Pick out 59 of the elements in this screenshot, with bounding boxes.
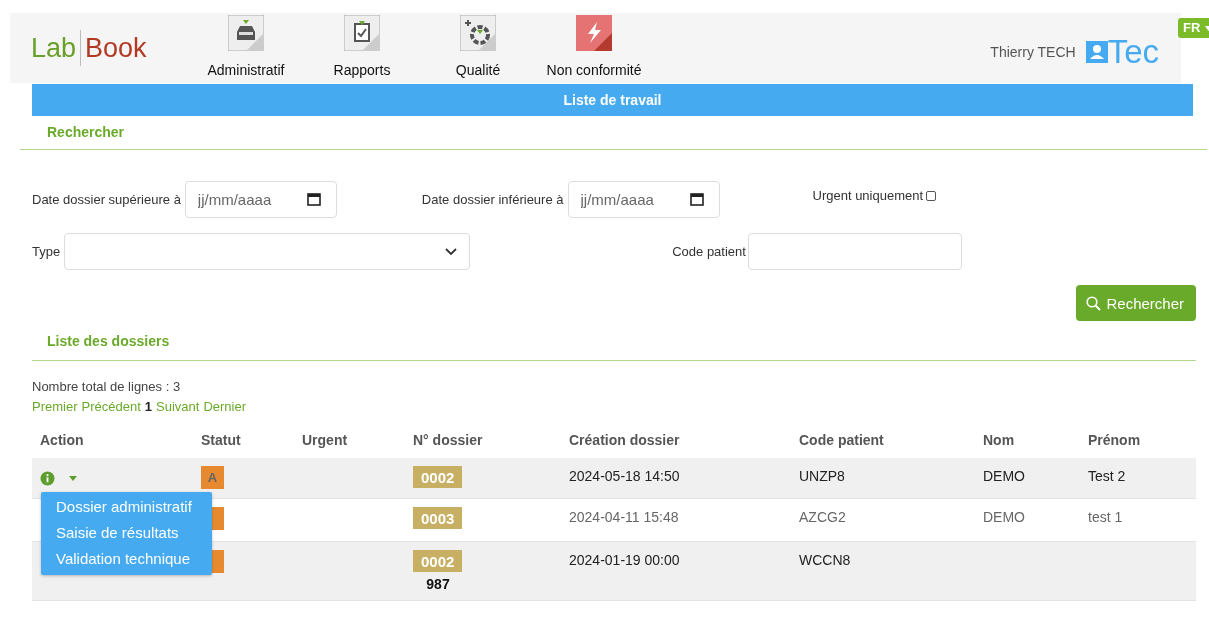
date-field[interactable]: jj/mm/aaaa [184,181,337,218]
date-field[interactable]: jj/mm/aaaa [567,181,720,218]
dossier-number: 0002 [413,466,463,488]
nav-item[interactable]: Non conformité [536,13,652,78]
table-cell: 2024-01-19 00:00 [569,552,680,568]
column-header: Nom [982,431,1016,448]
table-cell: Test 2 [1088,468,1126,484]
column-header: Urgent [301,431,349,448]
table-cell: UNZP8 [799,468,845,484]
pagination-link[interactable]: Premier [32,399,78,414]
nav-item[interactable]: Administratif [188,13,304,78]
search-button[interactable]: Rechercher [1076,285,1196,321]
info-icon[interactable] [40,471,55,486]
language-selector[interactable]: FR [1178,18,1209,38]
pagination-link[interactable]: Dernier [203,399,246,414]
column-header: Prénom [1087,431,1142,448]
chevron-down-icon [445,247,458,256]
current-page[interactable]: 1 [144,399,152,414]
column-header: Code patient [798,431,885,448]
calendar-icon[interactable] [306,192,321,206]
dossier-suffix: 987 [425,576,451,592]
field-label: Code patient [672,244,746,259]
table-cell: 2024-05-18 14:50 [569,468,680,484]
field-label: Date dossier supérieure à [32,192,181,207]
section-heading: Liste des dossiers [46,332,171,351]
table-cell: DEMO [983,509,1025,525]
field-label: Urgent uniquement [812,188,924,203]
nav-item[interactable]: Rapports [304,13,420,78]
page-title: Liste de travail [32,84,1193,116]
field-label: Type [32,244,61,259]
column-header: N° dossier [412,431,484,448]
labbook-logo: Lab Book [31,30,188,66]
dossier-number: 0002 [413,550,463,572]
pagination-link[interactable]: Précédent [81,399,141,414]
urgent-checkbox[interactable] [926,190,937,201]
table-cell: DEMO [983,468,1025,484]
caret-icon[interactable] [69,476,77,481]
section-heading: Rechercher [46,123,126,142]
menu-item[interactable]: Saisie de résultats [41,520,212,546]
column-header: Action [39,431,85,448]
column-header: Création dossier [568,431,681,448]
calendar-icon[interactable] [689,192,704,206]
menu-item[interactable]: Validation technique [41,546,212,572]
nav-item[interactable]: Qualité [420,13,536,78]
dossier-number: 0003 [413,507,463,529]
search-icon [1086,295,1102,311]
patient-code-field[interactable] [747,233,962,270]
pagination-link[interactable]: Suivant [156,399,200,414]
status-badge: A [201,466,224,489]
menu-item[interactable]: Dossier administratif [41,494,212,520]
table-cell: WCCN8 [799,552,851,568]
user-name: Thierry TECH [990,43,1076,60]
row-count: Nombre total de lignes : 3 [32,379,182,394]
column-header: Statut [200,431,242,448]
field-label: Date dossier inférieure à [421,192,564,207]
tec-logo: Tec [1085,35,1159,68]
table-cell: test 1 [1088,509,1123,525]
table-cell: 2024-04-11 15:48 [569,509,679,525]
table-cell: AZCG2 [799,509,846,525]
